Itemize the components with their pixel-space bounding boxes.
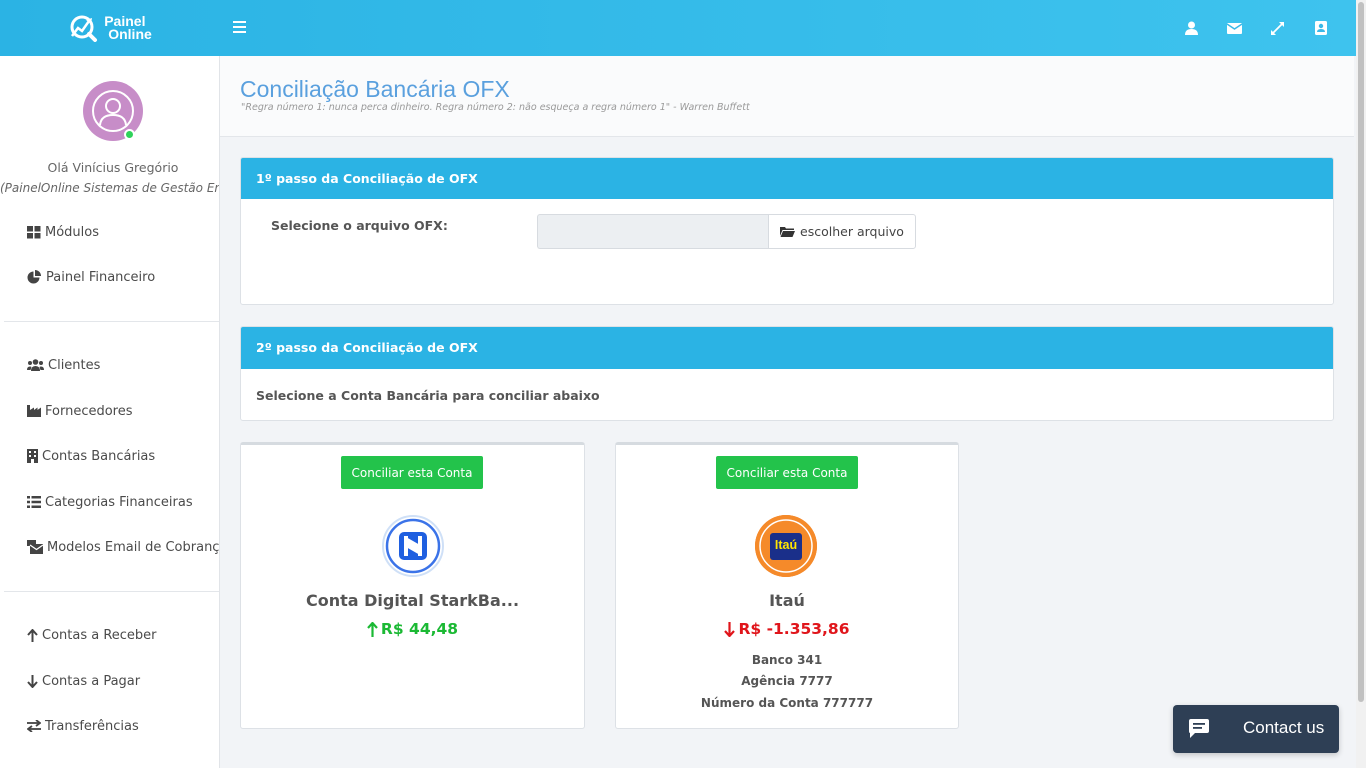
sidebar-item-contas-a-receber[interactable]: Contas a Receber xyxy=(27,624,157,646)
account-name: Itaú xyxy=(769,591,805,610)
arrow-up-icon xyxy=(367,621,378,637)
user-avatar-icon xyxy=(92,90,134,132)
contact-us-label: Contact us xyxy=(1243,718,1325,737)
ofx-file-input[interactable] xyxy=(537,214,769,249)
sidebar-item-clientes[interactable]: Clientes xyxy=(27,354,100,376)
sidebar-divider xyxy=(4,321,219,322)
user-greeting: Olá Vinícius Gregório xyxy=(47,160,179,175)
step2-instruction: Selecione a Conta Bancária para concilia… xyxy=(256,388,600,403)
itau-logo: Itaú xyxy=(755,515,817,577)
industry-icon xyxy=(27,405,41,417)
arrow-up-icon xyxy=(27,628,38,642)
account-card-itau: Conciliar esta Conta Itaú Itaú R$ -1.353… xyxy=(615,442,959,729)
arrow-down-icon xyxy=(724,621,736,637)
users-icon xyxy=(27,359,44,371)
sidebar-item-label: Contas Bancárias xyxy=(42,448,156,464)
sidebar-item-contas-bancarias[interactable]: Contas Bancárias xyxy=(27,445,155,467)
account-balance-value: R$ -1.353,86 xyxy=(738,620,850,638)
step2-title: 2º passo da Conciliação de OFX xyxy=(241,327,1333,369)
sidebar-item-label: Contas a Receber xyxy=(42,627,157,643)
sidebar-item-modelos-email-cobranca[interactable]: Modelos Email de Cobrança xyxy=(27,536,220,558)
choose-file-label: escolher arquivo xyxy=(800,224,904,239)
sidebar-item-label: Módulos xyxy=(45,224,99,240)
account-balance: R$ 44,48 xyxy=(241,620,584,638)
sidebar-item-label: Painel Financeiro xyxy=(46,269,156,285)
page-header: Conciliação Bancária OFX "Regra número 1… xyxy=(220,56,1354,137)
contact-book-icon[interactable] xyxy=(1299,0,1342,56)
reconcile-account-button[interactable]: Conciliar esta Conta xyxy=(341,456,483,489)
sidebar-item-modulos[interactable]: Módulos xyxy=(27,221,99,243)
account-card-starkbank: Conciliar esta Conta Conta Digital Stark… xyxy=(240,442,585,729)
sidebar-item-label: Transferências xyxy=(45,718,139,734)
expand-icon[interactable] xyxy=(1256,0,1299,56)
brand-line-2: Online xyxy=(108,26,152,42)
account-name: Conta Digital StarkBa... xyxy=(305,591,520,610)
hamburger-menu-icon[interactable] xyxy=(233,18,249,38)
building-icon xyxy=(27,449,38,463)
sidebar-item-transferencias[interactable]: Transferências xyxy=(27,715,139,737)
choose-file-button[interactable]: escolher arquivo xyxy=(768,214,916,249)
brand-logo[interactable]: Painel Online xyxy=(0,0,220,56)
step1-card: 1º passo da Conciliação de OFX Selecione… xyxy=(240,157,1334,305)
step1-title: 1º passo da Conciliação de OFX xyxy=(241,158,1333,199)
account-bank-code: Banco 341 xyxy=(751,653,823,667)
sidebar-item-label: Categorias Financeiras xyxy=(45,494,193,510)
page-scrollbar[interactable] xyxy=(1356,0,1366,768)
sidebar-item-painel-financeiro[interactable]: Painel Financeiro xyxy=(27,266,155,288)
mail-bulk-icon xyxy=(27,540,43,554)
scrollbar-thumb[interactable] xyxy=(1358,2,1364,702)
sidebar-item-label: Contas a Pagar xyxy=(42,673,141,689)
sidebar-item-label: Modelos Email de Cobrança xyxy=(47,539,220,555)
user-company: (PainelOnline Sistemas de Gestão Empresa… xyxy=(0,181,219,195)
contact-us-button[interactable]: Contact us xyxy=(1173,705,1339,753)
sidebar-divider xyxy=(4,591,219,592)
sidebar-item-label: Fornecedores xyxy=(45,403,133,419)
page-quote: "Regra número 1: nunca perca dinheiro. R… xyxy=(241,102,750,113)
arrow-down-icon xyxy=(27,674,38,688)
user-icon[interactable] xyxy=(1170,0,1213,56)
account-number: Número da Conta 777777 xyxy=(700,696,874,710)
exchange-icon xyxy=(27,720,41,732)
sidebar-item-label: Clientes xyxy=(48,357,101,373)
grid-icon xyxy=(27,225,41,238)
itau-logo-text: Itaú xyxy=(774,538,798,552)
chat-icon xyxy=(1189,719,1209,738)
list-icon xyxy=(27,496,41,508)
pie-chart-icon xyxy=(27,270,41,284)
folder-open-icon xyxy=(780,227,796,237)
envelope-icon[interactable] xyxy=(1213,0,1256,56)
account-balance: R$ -1.353,86 xyxy=(616,620,958,638)
reconcile-account-button[interactable]: Conciliar esta Conta xyxy=(716,456,858,489)
sidebar-item-fornecedores[interactable]: Fornecedores xyxy=(27,400,133,422)
sidebar-item-contas-a-pagar[interactable]: Contas a Pagar xyxy=(27,670,140,692)
chart-magnifier-icon xyxy=(70,15,98,42)
top-navbar: Painel Online xyxy=(0,0,1356,56)
starkbank-logo xyxy=(382,515,444,577)
online-status-dot xyxy=(124,129,135,140)
step2-card: 2º passo da Conciliação de OFX Selecione… xyxy=(240,326,1334,421)
sidebar: Olá Vinícius Gregório (PainelOnline Sist… xyxy=(0,56,220,768)
ofx-file-label: Selecione o arquivo OFX: xyxy=(271,218,448,233)
page-title: Conciliação Bancária OFX xyxy=(240,76,510,102)
account-agency: Agência 7777 xyxy=(741,674,833,688)
account-balance-value: R$ 44,48 xyxy=(380,620,459,638)
sidebar-item-categorias-financeiras[interactable]: Categorias Financeiras xyxy=(27,491,193,513)
